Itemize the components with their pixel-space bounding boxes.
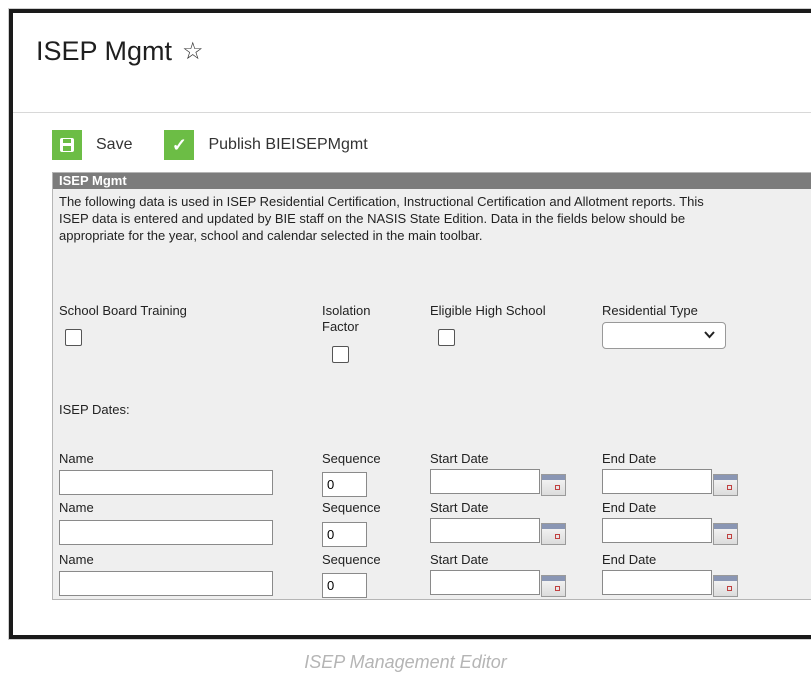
date-row-name-input[interactable] [59,470,273,495]
date-row-end-input[interactable] [602,469,712,494]
date-row-end-label: End Date [602,500,657,515]
date-row-sequence-label: Sequence [322,500,381,515]
publish-button-label: Publish BIEISEPMgmt [208,136,368,153]
eligible-high-school-label: Eligible High School [430,303,546,318]
date-row-sequence-input[interactable] [322,522,367,547]
date-row-sequence-label: Sequence [322,451,381,466]
school-board-training-checkbox[interactable] [65,329,82,346]
residential-type-select[interactable] [602,322,726,349]
date-row-start-label: Start Date [430,500,489,515]
date-row-name-input[interactable] [59,571,273,596]
page-title: ISEP Mgmt ☆ [36,36,204,67]
calendar-icon[interactable] [541,523,566,545]
date-row-start-label: Start Date [430,552,489,567]
isep-mgmt-panel: ISEP Mgmt The following data is used in … [52,172,811,600]
date-row-name-label: Name [59,552,94,567]
chevron-down-icon [704,328,715,342]
date-row-name-label: Name [59,500,94,515]
image-caption: ISEP Management Editor [304,652,507,672]
date-row-end-input[interactable] [602,518,712,543]
star-outline-icon[interactable]: ☆ [182,39,204,64]
date-row-end-label: End Date [602,552,657,567]
panel-header: ISEP Mgmt [53,173,811,189]
calendar-icon[interactable] [541,474,566,496]
date-row-start-input[interactable] [430,518,540,543]
calendar-icon[interactable] [713,474,738,496]
date-row-end-input[interactable] [602,570,712,595]
residential-type-label: Residential Type [602,303,698,318]
isolation-factor-label: Isolation Factor [322,303,371,334]
date-row-start-input[interactable] [430,469,540,494]
date-row-start-input[interactable] [430,570,540,595]
eligible-high-school-checkbox[interactable] [438,329,455,346]
isolation-factor-checkbox[interactable] [332,346,349,363]
save-button-label: Save [96,136,133,153]
save-button[interactable]: Save [52,130,132,160]
panel-description: The following data is used in ISEP Resid… [59,194,704,243]
date-row-name-input[interactable] [59,520,273,545]
page-title-text: ISEP Mgmt [36,36,173,66]
date-row-sequence-label: Sequence [322,552,381,567]
save-disk-icon [52,130,82,160]
date-row-sequence-input[interactable] [322,573,367,598]
calendar-icon[interactable] [713,523,738,545]
school-board-training-label: School Board Training [59,303,187,318]
isep-dates-label: ISEP Dates: [59,402,130,417]
title-divider [13,112,811,113]
date-row-sequence-input[interactable] [322,472,367,497]
action-toolbar: Save ✓ Publish BIEISEPMgmt [52,128,400,162]
date-row-end-label: End Date [602,451,657,466]
date-row-start-label: Start Date [430,451,489,466]
publish-button[interactable]: ✓ Publish BIEISEPMgmt [164,130,368,160]
calendar-icon[interactable] [541,575,566,597]
date-row-name-label: Name [59,451,94,466]
checkmark-icon: ✓ [164,130,195,160]
calendar-icon[interactable] [713,575,738,597]
